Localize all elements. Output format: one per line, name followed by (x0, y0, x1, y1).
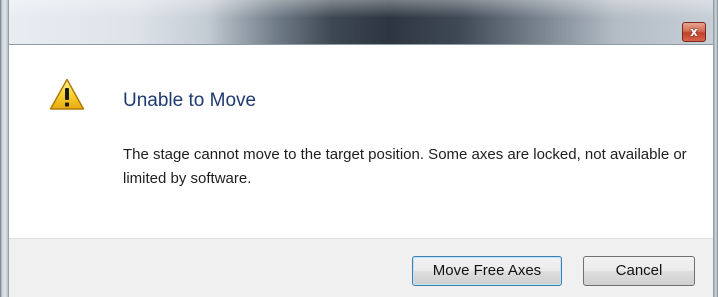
cancel-button[interactable]: Cancel (583, 256, 695, 286)
title-bar[interactable]: x (9, 0, 713, 45)
unable-to-move-dialog: x Unable to Move The stage cannot move t… (0, 0, 718, 297)
dialog-title: Unable to Move (123, 90, 257, 111)
warning-icon (49, 78, 85, 110)
close-button[interactable]: x (682, 22, 706, 42)
dialog-button-bar: Move Free Axes Cancel (9, 238, 713, 297)
window-frame-left (0, 0, 9, 297)
close-icon: x (690, 25, 698, 39)
dialog-message: The stage cannot move to the target posi… (123, 146, 687, 187)
window-frame-right (713, 0, 718, 297)
move-free-axes-button[interactable]: Move Free Axes (412, 256, 562, 286)
dialog-content: Unable to Move The stage cannot move to … (9, 45, 713, 238)
